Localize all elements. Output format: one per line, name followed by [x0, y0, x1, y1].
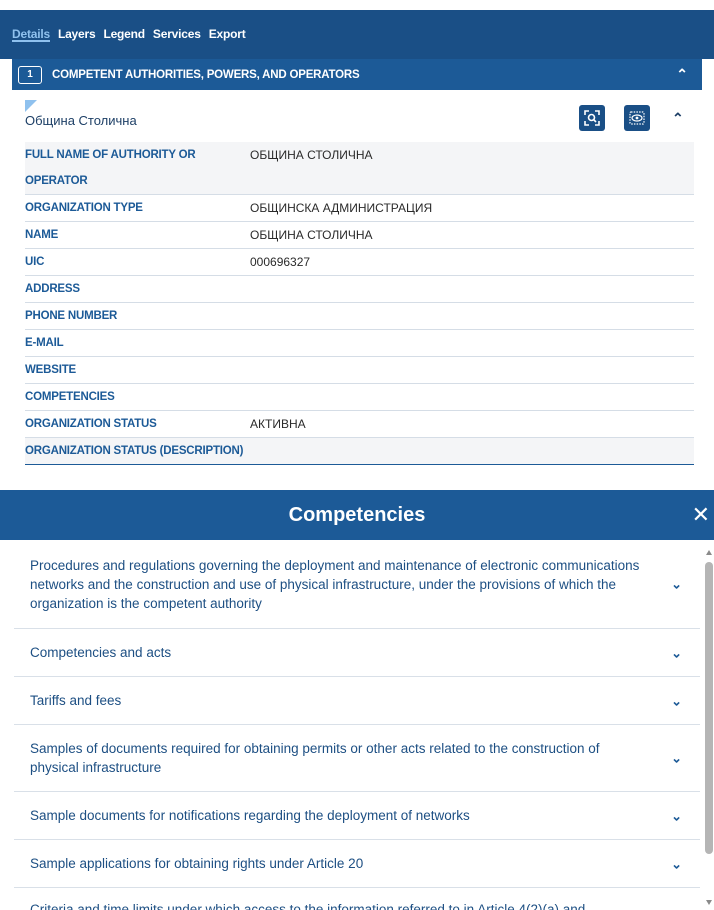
close-icon[interactable]: ✕ — [692, 502, 710, 528]
chevron-up-icon[interactable]: ⌃ — [672, 110, 684, 127]
zoom-to-button[interactable] — [579, 105, 605, 131]
tab-layers[interactable]: Layers — [58, 10, 96, 42]
tab-services[interactable]: Services — [153, 10, 201, 42]
tab-legend[interactable]: Legend — [103, 10, 145, 42]
scrollbar[interactable] — [705, 550, 714, 910]
table-row: ADDRESS — [25, 275, 694, 303]
scroll-down-arrow-icon[interactable] — [706, 900, 712, 905]
attribute-value — [250, 302, 694, 330]
chevron-down-icon: ⌄ — [671, 576, 682, 592]
section-title: COMPETENT AUTHORITIES, POWERS, AND OPERA… — [52, 68, 360, 81]
attribute-value — [250, 356, 694, 384]
attribute-key: NAME — [25, 221, 250, 249]
attribute-key: E-MAIL — [25, 329, 250, 357]
attribute-key: ADDRESS — [25, 275, 250, 303]
attribute-value: ОБЩИНА СТОЛИЧНА — [250, 142, 694, 195]
attribute-key: FULL NAME OF AUTHORITY OR OPERATOR — [25, 142, 250, 195]
tab-details[interactable]: Details — [12, 10, 50, 42]
chevron-down-icon: ⌄ — [671, 808, 682, 823]
eye-icon — [629, 111, 645, 125]
attribute-value: ОБЩИНА СТОЛИЧНА — [250, 221, 694, 249]
competency-item[interactable]: Samples of documents required for obtain… — [14, 725, 700, 792]
corner-marker-icon — [25, 100, 37, 112]
attribute-key: ORGANIZATION STATUS — [25, 410, 250, 438]
table-row: WEBSITE — [25, 356, 694, 384]
competency-label: Criteria and time limits under which acc… — [30, 902, 586, 910]
section-header[interactable]: 1 COMPETENT AUTHORITIES, POWERS, AND OPE… — [12, 59, 702, 90]
table-row: PHONE NUMBER — [25, 302, 694, 330]
chevron-down-icon: ⌄ — [671, 645, 682, 660]
chevron-down-icon: ⌄ — [671, 693, 682, 708]
competencies-title: Competencies — [288, 503, 426, 526]
competency-label: Competencies and acts — [30, 645, 172, 660]
zoom-to-icon — [584, 110, 600, 126]
attribute-key: PHONE NUMBER — [25, 302, 250, 330]
table-row: ORGANIZATION STATUS АКТИВНА — [25, 410, 694, 438]
chevron-down-icon: ⌄ — [671, 856, 682, 871]
competency-item[interactable]: Sample applications for obtaining rights… — [14, 840, 700, 888]
attribute-value: 000696327 — [250, 248, 694, 276]
attribute-value — [250, 437, 694, 465]
competency-label: Sample applications for obtaining rights… — [30, 856, 364, 871]
attributes-table: FULL NAME OF AUTHORITY OR OPERATOR ОБЩИН… — [25, 142, 694, 465]
competency-label: Samples of documents required for obtain… — [30, 741, 600, 775]
table-row: UIC 000696327 — [25, 248, 694, 276]
attribute-key: ORGANIZATION STATUS (DESCRIPTION) — [25, 437, 250, 465]
attribute-value: ОБЩИНСКА АДМИНИСТРАЦИЯ — [250, 194, 694, 222]
chevron-down-icon: ⌄ — [671, 750, 682, 766]
attribute-key: COMPETENCIES — [25, 383, 250, 411]
table-row: NAME ОБЩИНА СТОЛИЧНА — [25, 221, 694, 249]
organization-name: Община Столична — [25, 113, 137, 128]
left-gutter — [0, 59, 12, 489]
tab-export[interactable]: Export — [209, 10, 246, 42]
competency-item[interactable]: Tariffs and fees ⌄ — [14, 677, 700, 725]
competency-item[interactable]: Procedures and regulations governing the… — [14, 540, 700, 629]
toggle-visibility-button[interactable] — [624, 105, 650, 131]
attribute-value — [250, 383, 694, 411]
attribute-value — [250, 329, 694, 357]
section-number-badge: 1 — [18, 65, 42, 84]
attribute-key: UIC — [25, 248, 250, 276]
attribute-key: ORGANIZATION TYPE — [25, 194, 250, 222]
right-gutter — [702, 59, 714, 489]
competency-item[interactable]: Competencies and acts ⌄ — [14, 629, 700, 677]
competency-item[interactable]: Criteria and time limits under which acc… — [14, 888, 700, 910]
organization-panel: Община Столична ⌃ FULL NAME OF AUTHORITY… — [12, 90, 702, 490]
table-row: ORGANIZATION TYPE ОБЩИНСКА АДМИНИСТРАЦИЯ — [25, 194, 694, 222]
competency-item[interactable]: Sample documents for notifications regar… — [14, 792, 700, 840]
attribute-key: WEBSITE — [25, 356, 250, 384]
competencies-list: Procedures and regulations governing the… — [14, 540, 700, 910]
table-row: ORGANIZATION STATUS (DESCRIPTION) — [25, 437, 694, 465]
scroll-up-arrow-icon[interactable] — [706, 550, 712, 555]
competency-label: Tariffs and fees — [30, 693, 122, 708]
competency-label: Procedures and regulations governing the… — [30, 557, 640, 611]
tab-bar: Details Layers Legend Services Export — [0, 10, 714, 59]
attribute-value: АКТИВНА — [250, 410, 694, 438]
table-row: FULL NAME OF AUTHORITY OR OPERATOR ОБЩИН… — [25, 142, 694, 195]
chevron-up-icon[interactable]: ⌃ — [676, 66, 688, 83]
competency-label: Sample documents for notifications regar… — [30, 808, 470, 823]
table-row: E-MAIL — [25, 329, 694, 357]
scroll-thumb[interactable] — [705, 562, 713, 854]
table-row: COMPETENCIES — [25, 383, 694, 411]
attribute-value — [250, 275, 694, 303]
competencies-header: Competencies ✕ — [0, 490, 714, 540]
top-strip — [0, 0, 714, 10]
